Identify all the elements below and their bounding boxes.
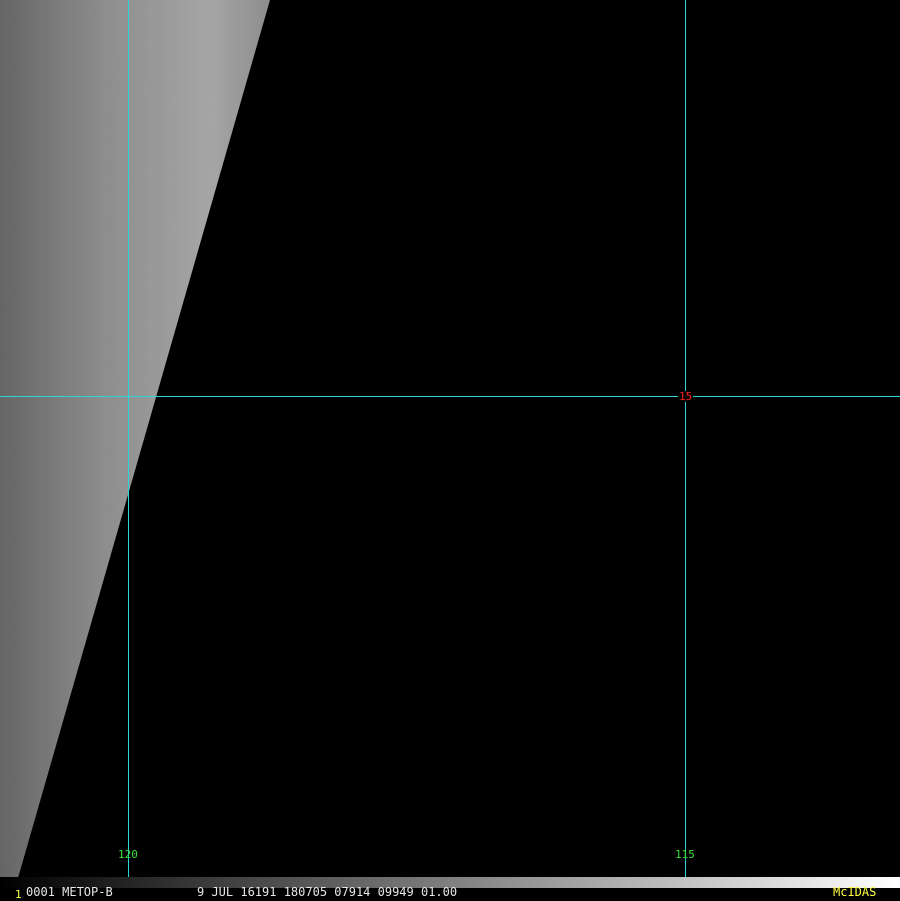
software-tag: McIDAS [833,885,877,899]
latitude-line-15 [0,396,900,397]
timestamp-info: 9 JUL 16191 180705 07914 09949 01.00 [197,885,458,899]
longitude-line-120 [128,0,129,878]
frame-info: 0001 METOP-B [26,885,113,899]
longitude-label-120: 120 [118,848,138,861]
status-bar: 1 0001 METOP-B 9 JUL 16191 180705 07914 … [0,877,900,901]
satellite-swath-imagery [0,0,900,878]
satellite-image-viewport: 120 115 15 1 0001 METOP-B 9 JUL 16191 18… [0,0,900,901]
longitude-label-115: 115 [675,848,695,861]
latitude-label-15: 15 [678,390,694,403]
frame-number: 1 [15,888,22,901]
longitude-line-115 [685,0,686,878]
